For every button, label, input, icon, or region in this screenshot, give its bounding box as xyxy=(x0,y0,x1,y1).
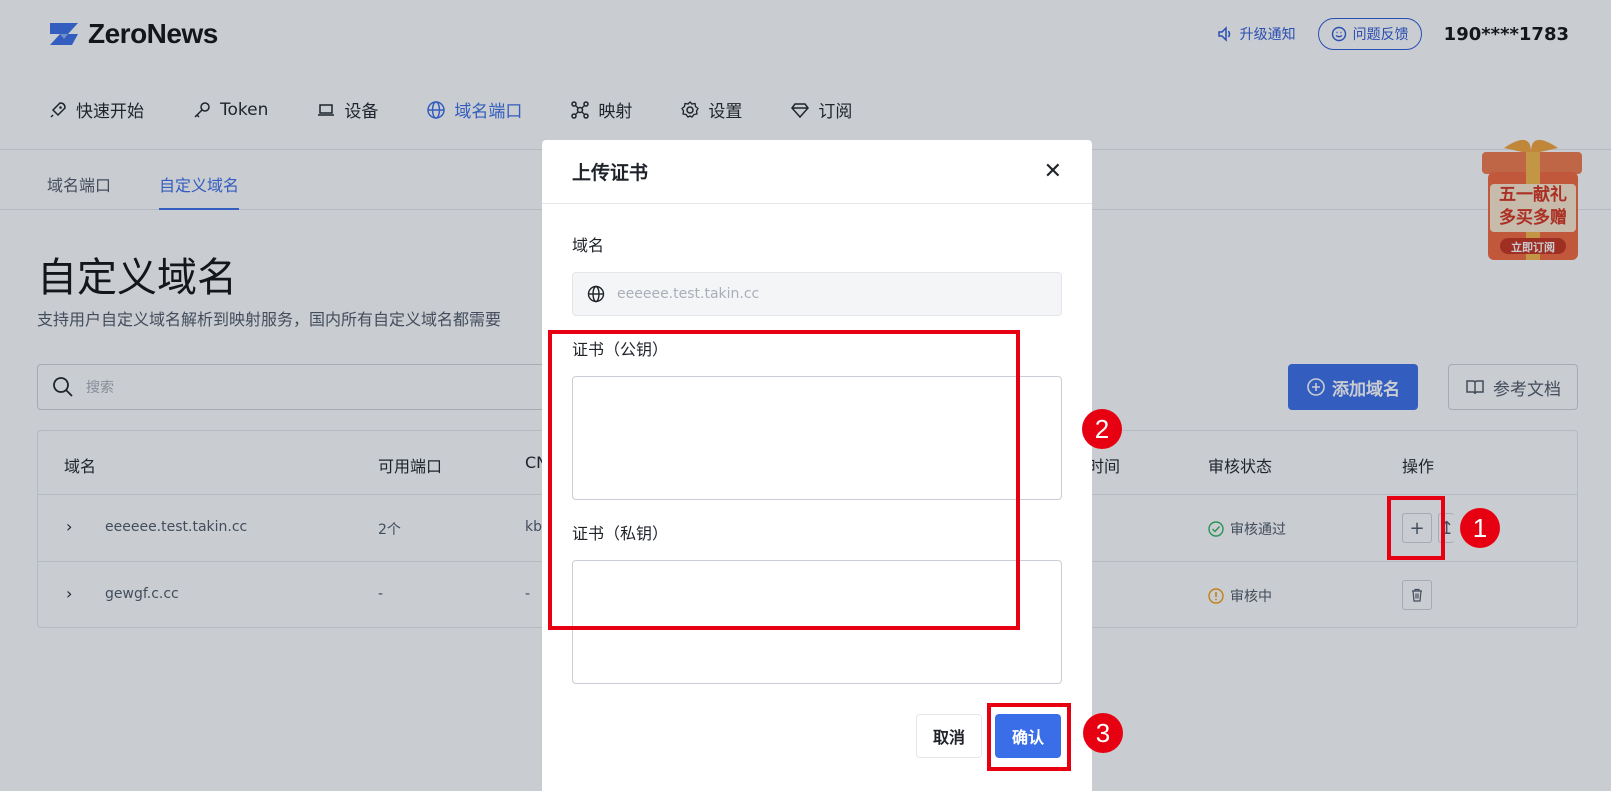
annotation-number-1: 1 xyxy=(1460,508,1500,548)
globe-icon xyxy=(587,285,605,303)
close-icon[interactable]: ✕ xyxy=(1044,159,1062,184)
domain-value: eeeeee.test.takin.cc xyxy=(617,286,760,302)
annotation-number-3: 3 xyxy=(1083,713,1123,753)
cancel-button[interactable]: 取消 xyxy=(916,714,982,758)
annotation-number-2: 2 xyxy=(1082,409,1122,449)
annotation-box-3 xyxy=(987,703,1071,771)
annotation-box-1 xyxy=(1387,496,1445,560)
modal-title: 上传证书 xyxy=(572,162,649,184)
domain-field: eeeeee.test.takin.cc xyxy=(572,272,1062,316)
modal-header: 上传证书 ✕ xyxy=(542,140,1092,204)
domain-label: 域名 xyxy=(572,236,605,255)
annotation-box-2 xyxy=(548,330,1020,630)
